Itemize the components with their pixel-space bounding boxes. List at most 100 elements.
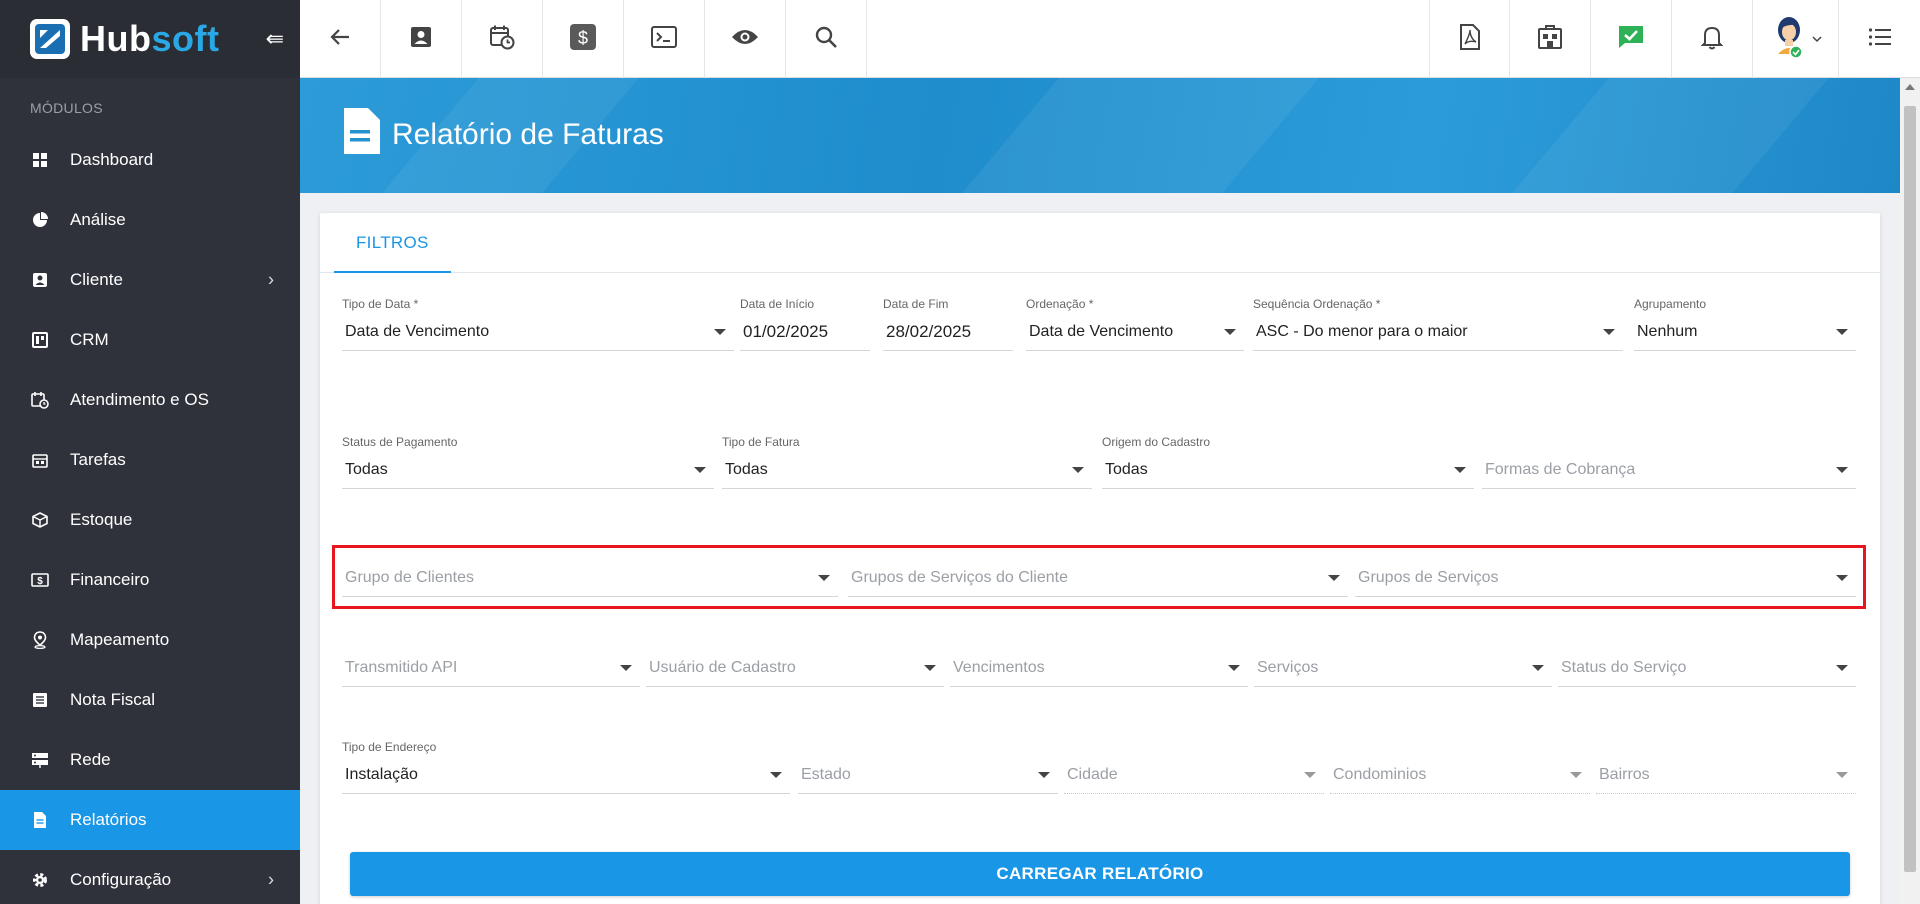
- bairros-select[interactable]: Bairros: [1596, 756, 1856, 794]
- sidebar-item-estoque[interactable]: Estoque: [0, 490, 300, 550]
- status-servico-select[interactable]: Status do Serviço: [1558, 649, 1856, 687]
- sidebar-item-label: Cliente: [70, 270, 123, 289]
- tipo-endereco-select[interactable]: Instalação: [342, 756, 790, 794]
- sidebar-item-financeiro[interactable]: $ Financeiro: [0, 550, 300, 610]
- field-value: Data de Vencimento: [345, 322, 490, 340]
- map-pin-icon: [30, 630, 50, 650]
- sidebar-item-crm[interactable]: CRM: [0, 310, 300, 370]
- collapse-sidebar-icon[interactable]: ⇚: [266, 26, 284, 52]
- sidebar-item-label: Atendimento e OS: [70, 390, 209, 409]
- dropdown-caret-icon: [1836, 467, 1848, 473]
- page-title-wrap: Relatório de Faturas: [340, 106, 664, 164]
- sidebar-item-atendimento[interactable]: Atendimento e OS: [0, 370, 300, 430]
- formas-cobranca-select[interactable]: Formas de Cobrança: [1482, 451, 1856, 489]
- hubsoft-logo-icon: [30, 19, 70, 59]
- svg-text:$: $: [37, 576, 43, 587]
- cidade-field: Cidade: [1064, 756, 1324, 794]
- page-header: Relatório de Faturas: [300, 78, 1900, 193]
- tipo-endereco-control-wrap: Instalação: [342, 756, 790, 794]
- filters-card: FILTROS Tipo de Data * Data de Venciment…: [320, 213, 1880, 904]
- sequencia-select[interactable]: ASC - Do menor para o maior: [1253, 313, 1623, 351]
- dropdown-caret-icon: [770, 772, 782, 778]
- company-button[interactable]: [1510, 0, 1591, 78]
- sidebar-item-label: Tarefas: [70, 450, 126, 469]
- sidebar-item-label: Nota Fiscal: [70, 690, 156, 709]
- sidebar-menu: Dashboard Análise Cliente › CRM Atendime…: [0, 130, 300, 904]
- usuario-cadastro-select[interactable]: Usuário de Cadastro: [646, 649, 944, 687]
- sidebar-item-relatorios[interactable]: Relatórios: [0, 790, 300, 850]
- tipo-data-select[interactable]: Data de Vencimento: [342, 313, 734, 351]
- banner-decoration: [924, 78, 1336, 193]
- tipo-fatura-select[interactable]: Todas: [722, 451, 1092, 489]
- dropdown-caret-icon: [1228, 665, 1240, 671]
- sidebar-item-tarefas[interactable]: Tarefas: [0, 430, 300, 490]
- notifications-button[interactable]: [1672, 0, 1753, 78]
- transmitido-api-select[interactable]: Transmitido API: [342, 649, 640, 687]
- search-button[interactable]: [786, 0, 867, 78]
- sidebar-item-label: Estoque: [70, 510, 133, 529]
- dropdown-caret-icon: [818, 575, 830, 581]
- financial-shortcut-button[interactable]: $: [543, 0, 624, 78]
- dropdown-caret-icon: [1836, 772, 1848, 778]
- dropdown-caret-icon: [924, 665, 936, 671]
- load-report-button[interactable]: CARREGAR RELATÓRIO: [350, 852, 1850, 896]
- chat-button[interactable]: [1591, 0, 1672, 78]
- view-shortcut-button[interactable]: [705, 0, 786, 78]
- user-menu-button[interactable]: [1753, 0, 1839, 78]
- vertical-scrollbar[interactable]: [1900, 78, 1920, 904]
- sidebar-item-rede[interactable]: Rede: [0, 730, 300, 790]
- servicos-select[interactable]: Serviços: [1254, 649, 1552, 687]
- chevron-down-icon: [1811, 30, 1822, 48]
- grupos-servicos-select[interactable]: Grupos de Serviços: [1355, 559, 1856, 597]
- sidebar-item-nota-fiscal[interactable]: Nota Fiscal: [0, 670, 300, 730]
- scrollbar-thumb[interactable]: [1904, 106, 1916, 872]
- vencimentos-select[interactable]: Vencimentos: [950, 649, 1248, 687]
- estado-select[interactable]: Estado: [798, 756, 1058, 794]
- report-icon: [340, 106, 382, 164]
- grupo-clientes-field: Grupo de Clientes: [342, 559, 838, 597]
- sidebar-item-analise[interactable]: Análise: [0, 190, 300, 250]
- pdf-icon: [1459, 23, 1481, 55]
- back-button[interactable]: [300, 0, 381, 78]
- dropdown-caret-icon: [620, 665, 632, 671]
- tipo-endereco-field: Tipo de Endereço: [342, 740, 1112, 756]
- service-orders-shortcut-button[interactable]: [462, 0, 543, 78]
- terminal-shortcut-button[interactable]: [624, 0, 705, 78]
- condominios-select[interactable]: Condominios: [1330, 756, 1590, 794]
- dropdown-caret-icon: [1570, 772, 1582, 778]
- ordenacao-field: Ordenação * Data de Vencimento: [1026, 297, 1244, 351]
- field-placeholder: Estado: [801, 765, 851, 783]
- sidebar-item-label: Relatórios: [70, 810, 147, 829]
- field-label: Agrupamento: [1634, 297, 1707, 311]
- dropdown-caret-icon: [1603, 329, 1615, 335]
- chevron-right-icon: ›: [268, 269, 274, 290]
- banner-decoration: [1474, 78, 1846, 193]
- sidebar-item-cliente[interactable]: Cliente ›: [0, 250, 300, 310]
- menu-list-button[interactable]: [1839, 0, 1920, 78]
- ordenacao-select[interactable]: Data de Vencimento: [1026, 313, 1244, 351]
- sidebar-item-dashboard[interactable]: Dashboard: [0, 130, 300, 190]
- scroll-up-arrow-icon[interactable]: [1905, 84, 1915, 90]
- status-servico-field: Status do Serviço: [1558, 649, 1856, 687]
- tab-filtros[interactable]: FILTROS: [334, 213, 451, 273]
- data-fim-input[interactable]: 28/02/2025: [883, 313, 1013, 351]
- data-fim-field: Data de Fim 28/02/2025: [883, 297, 1013, 351]
- gear-icon: [30, 870, 50, 890]
- agrupamento-select[interactable]: Nenhum: [1634, 313, 1856, 351]
- data-inicio-input[interactable]: 01/02/2025: [740, 313, 870, 351]
- cidade-select[interactable]: Cidade: [1064, 756, 1324, 794]
- field-value: 28/02/2025: [886, 321, 972, 341]
- origem-cadastro-select[interactable]: Todas: [1102, 451, 1474, 489]
- field-placeholder: Bairros: [1599, 765, 1650, 783]
- status-pagamento-select[interactable]: Todas: [342, 451, 714, 489]
- pdf-button[interactable]: [1429, 0, 1510, 78]
- clients-shortcut-button[interactable]: [381, 0, 462, 78]
- grupos-servicos-cliente-select[interactable]: Grupos de Serviços do Cliente: [848, 559, 1348, 597]
- field-label: Data de Início: [740, 297, 815, 311]
- field-placeholder: Formas de Cobrança: [1485, 460, 1636, 478]
- sidebar-item-configuracao[interactable]: Configuração ›: [0, 850, 300, 904]
- grupo-clientes-select[interactable]: Grupo de Clientes: [342, 559, 838, 597]
- sidebar-item-mapeamento[interactable]: Mapeamento: [0, 610, 300, 670]
- svg-text:$: $: [578, 28, 588, 48]
- terminal-icon: [651, 25, 677, 54]
